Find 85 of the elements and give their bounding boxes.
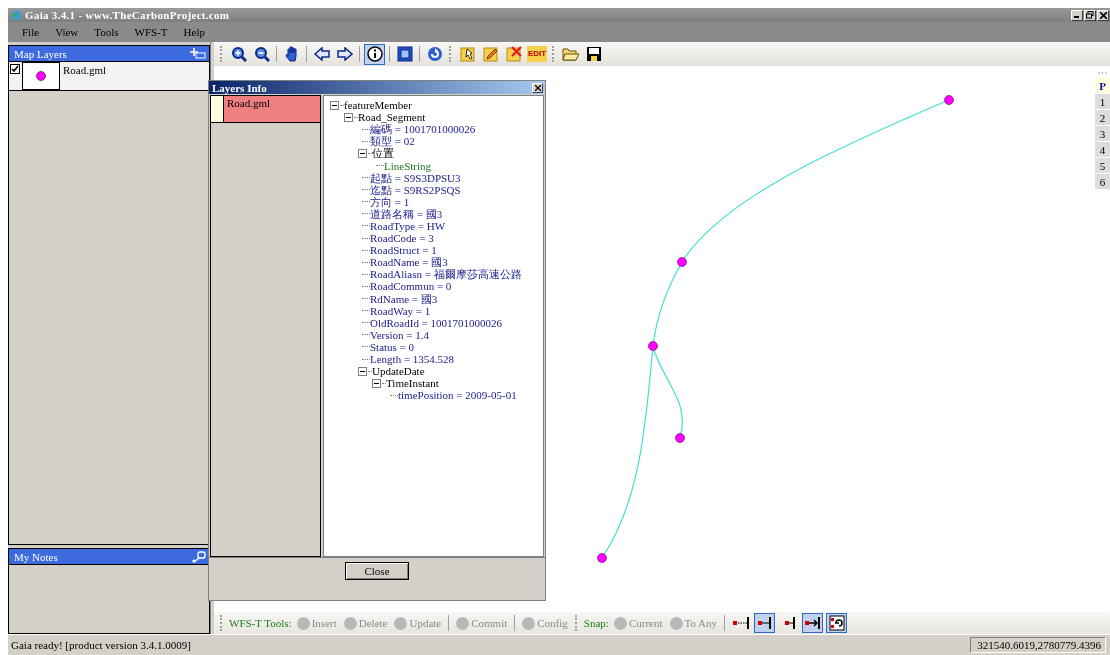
globe-icon: [11, 9, 22, 21]
tree-node[interactable]: Version = 1.4: [370, 328, 430, 341]
snap-icon: [731, 614, 750, 632]
toolbar-button[interactable]: [394, 43, 415, 65]
coordinates-readout: 321540.6019,2780779.4396: [970, 637, 1106, 653]
tree-node[interactable]: 道路名稱 = 國3: [370, 207, 443, 220]
tree-node[interactable]: 位置: [372, 147, 394, 160]
left-arrow-icon: [313, 47, 330, 61]
close-button[interactable]: [532, 82, 543, 93]
tree-node[interactable]: RdName = 國3: [370, 292, 438, 305]
folder-icon: [561, 46, 580, 62]
page-tab[interactable]: 5: [1095, 158, 1110, 173]
layer-checkbox[interactable]: [10, 64, 20, 74]
menu-item[interactable]: Tools: [86, 26, 127, 38]
tree-node[interactable]: Length = 1354.528: [370, 353, 455, 365]
toolbar-button[interactable]: [364, 43, 385, 65]
page-tab[interactable]: P: [1095, 78, 1110, 93]
page-tab[interactable]: 3: [1095, 126, 1110, 141]
pin-note-icon[interactable]: [192, 550, 206, 563]
snap-icon: [803, 614, 822, 632]
layer-list-item[interactable]: Road.gml: [224, 96, 320, 122]
select-feature-icon: [459, 46, 476, 62]
tree-node[interactable]: RoadAliasn = 福爾摩莎高速公路: [370, 268, 522, 281]
collapse-icon[interactable]: [358, 366, 367, 376]
pencil-icon: [482, 46, 499, 62]
close-button[interactable]: [1097, 9, 1109, 21]
full-extent-icon: [396, 46, 413, 62]
tree-node[interactable]: RoadStruct = 1: [370, 244, 437, 257]
tree-node[interactable]: RoadWay = 1: [370, 304, 431, 317]
snap-mode-button[interactable]: [826, 613, 848, 633]
menu-item[interactable]: Help: [175, 26, 213, 38]
snap-icon: [755, 614, 774, 632]
snap-mode-button[interactable]: [754, 613, 776, 633]
tree-node[interactable]: timePosition = 2009-05-01: [398, 389, 517, 402]
page-tab[interactable]: 2: [1095, 110, 1110, 125]
close-button[interactable]: Close: [345, 562, 409, 580]
close-icon: [534, 84, 541, 91]
minimize-button[interactable]: [1071, 9, 1083, 21]
menu-item[interactable]: WFS-T: [126, 26, 176, 38]
snap-mode-button[interactable]: [802, 613, 824, 633]
restore-icon: [1086, 11, 1094, 19]
tree-node[interactable]: 編碼 = 1001701000026: [370, 123, 476, 136]
toolbar-label: WFS-T Tools:: [229, 617, 292, 629]
info-icon: [366, 46, 383, 62]
toolbar-label: Snap:: [583, 617, 609, 629]
delete-feature-icon: [505, 46, 522, 62]
page-tab[interactable]: 1: [1095, 94, 1110, 109]
tree-node[interactable]: RoadCommun = 0: [370, 280, 452, 293]
page-tab[interactable]: 4: [1095, 142, 1110, 157]
tree-node[interactable]: 起點 = S9S3DPSU3: [370, 171, 461, 184]
restore-button[interactable]: [1084, 9, 1096, 21]
collapse-icon[interactable]: [372, 378, 381, 388]
tree-node[interactable]: 迄點 = S9RS2PSQS: [370, 183, 461, 196]
collapse-icon[interactable]: [330, 100, 339, 110]
zoom-out-icon: [253, 46, 270, 62]
tree-node[interactable]: Road_Segment: [358, 111, 426, 124]
menu-item[interactable]: File: [14, 26, 48, 38]
tree-node[interactable]: TimeInstant: [386, 377, 439, 390]
tree-node[interactable]: OldRoadId = 1001701000026: [370, 316, 503, 329]
tree-node[interactable]: Status = 0: [370, 340, 415, 353]
snap-icon: [827, 614, 846, 632]
zoom-in-icon: [230, 46, 247, 62]
tree-node[interactable]: RoadName = 國3: [370, 256, 448, 269]
panel-title: Map Layers: [14, 47, 67, 60]
tree-node[interactable]: RoadCode = 3: [370, 232, 434, 245]
page-tab[interactable]: 6: [1095, 174, 1110, 189]
tree-node[interactable]: 類型 = 02: [370, 135, 415, 148]
window-title: Gaia 3.4.1 - www.TheCarbonProject.com: [25, 9, 230, 21]
collapse-icon[interactable]: [344, 112, 353, 122]
tree-node[interactable]: UpdateDate: [372, 365, 425, 378]
dialog-title: Layers Info: [212, 81, 267, 94]
status-message: Gaia ready! [product version 3.4.1.0009]: [11, 639, 191, 651]
refresh-icon: [426, 46, 443, 62]
save-icon: [585, 46, 602, 62]
hand-icon: [284, 46, 299, 62]
tree-node[interactable]: RoadType = HW: [370, 220, 446, 232]
tree-node[interactable]: featureMember: [344, 99, 412, 112]
panel-title: My Notes: [14, 550, 58, 563]
menu-item[interactable]: View: [47, 26, 87, 38]
collapse-icon[interactable]: [358, 148, 367, 158]
tree-node[interactable]: LineString: [384, 159, 432, 172]
close-icon: [1099, 11, 1107, 19]
right-arrow-icon: [336, 47, 353, 61]
tree-node[interactable]: 方向 = 1: [370, 195, 410, 208]
add-layer-icon[interactable]: [190, 48, 206, 59]
